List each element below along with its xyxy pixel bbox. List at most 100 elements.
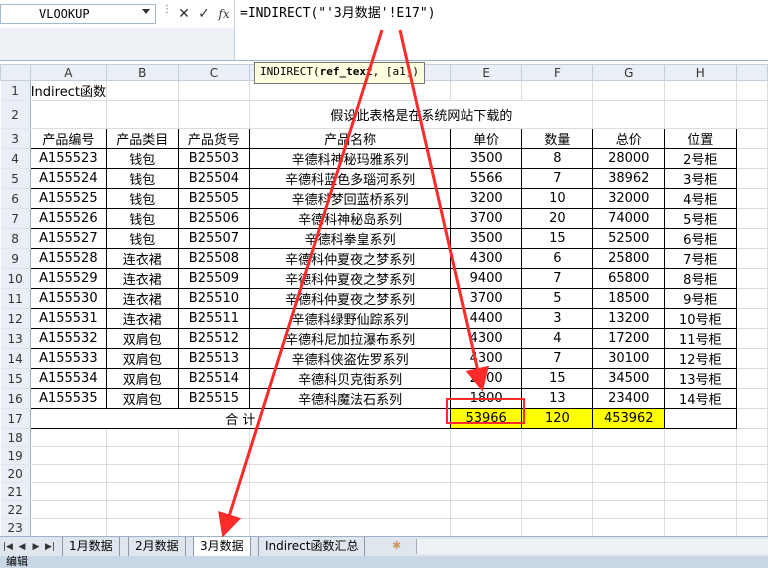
table-cell[interactable]: B25510 xyxy=(177,288,251,309)
cell[interactable] xyxy=(249,500,451,519)
cell[interactable] xyxy=(178,500,251,519)
cell[interactable] xyxy=(450,446,523,465)
tab-sheet-3[interactable]: 3月数据 xyxy=(193,537,251,557)
total-amount-cell[interactable]: 453962 xyxy=(592,408,666,429)
cell[interactable] xyxy=(30,482,107,501)
cell[interactable] xyxy=(664,482,737,501)
table-cell[interactable]: 38962 xyxy=(592,168,666,189)
table-cell[interactable]: A155534 xyxy=(29,368,107,389)
cell[interactable] xyxy=(521,80,594,101)
cell[interactable] xyxy=(178,428,251,447)
table-cell[interactable]: 4号柜 xyxy=(664,188,737,209)
cell[interactable] xyxy=(450,482,523,501)
table-cell[interactable]: 15 xyxy=(521,368,594,389)
row-header-18[interactable]: 18 xyxy=(0,428,31,447)
table-header-cell[interactable]: 数量 xyxy=(521,128,594,149)
prev-sheet-icon[interactable]: ◀ xyxy=(16,540,28,554)
table-cell[interactable]: A155524 xyxy=(29,168,107,189)
table-cell[interactable]: A155523 xyxy=(29,148,107,169)
tab-sheet-2[interactable]: 2月数据 xyxy=(128,537,186,557)
table-cell[interactable]: A155532 xyxy=(29,328,107,349)
table-cell[interactable]: A155535 xyxy=(29,388,107,409)
cell[interactable] xyxy=(736,228,768,249)
cell[interactable] xyxy=(178,482,251,501)
table-cell[interactable]: 4300 xyxy=(449,348,523,369)
table-cell[interactable]: 连衣裙 xyxy=(105,268,179,289)
table-cell[interactable]: 双肩包 xyxy=(105,328,179,349)
table-cell[interactable]: 双肩包 xyxy=(105,348,179,369)
table-cell[interactable]: 2300 xyxy=(449,368,523,389)
column-header-h[interactable]: H xyxy=(664,64,737,81)
cell[interactable] xyxy=(249,446,451,465)
table-cell[interactable]: 7号柜 xyxy=(664,248,737,269)
cell[interactable] xyxy=(592,464,666,483)
table-cell[interactable]: 辛德科仲夏夜之梦系列 xyxy=(249,288,451,309)
cell[interactable] xyxy=(592,500,666,519)
cell[interactable] xyxy=(106,80,179,101)
cell[interactable] xyxy=(664,100,737,129)
horizontal-scrollbar[interactable] xyxy=(416,539,768,554)
table-cell[interactable]: B25508 xyxy=(177,248,251,269)
table-cell[interactable]: 9号柜 xyxy=(664,288,737,309)
cell[interactable] xyxy=(249,464,451,483)
table-header-cell[interactable]: 产品货号 xyxy=(177,128,251,149)
row-header-13[interactable]: 13 xyxy=(0,328,31,349)
table-cell[interactable]: 13 xyxy=(521,388,594,409)
cell[interactable] xyxy=(736,248,768,269)
table-cell[interactable]: 6 xyxy=(521,248,594,269)
table-cell[interactable]: 辛德科贝克街系列 xyxy=(249,368,451,389)
table-cell[interactable]: 74000 xyxy=(592,208,666,229)
table-cell[interactable]: 3200 xyxy=(449,188,523,209)
table-cell[interactable]: 钱包 xyxy=(105,208,179,229)
table-cell[interactable]: 辛德科拳皇系列 xyxy=(249,228,451,249)
table-cell[interactable]: 辛德科神秘岛系列 xyxy=(249,208,451,229)
table-cell[interactable]: B25514 xyxy=(177,368,251,389)
table-cell[interactable]: 辛德科魔法石系列 xyxy=(249,388,451,409)
cell[interactable] xyxy=(178,446,251,465)
table-cell[interactable]: 20 xyxy=(521,208,594,229)
table-cell[interactable]: 1800 xyxy=(449,388,523,409)
table-header-cell[interactable]: 总价 xyxy=(592,128,666,149)
table-cell[interactable]: 6号柜 xyxy=(664,228,737,249)
table-header-cell[interactable]: 产品编号 xyxy=(29,128,107,149)
table-cell[interactable]: 5566 xyxy=(449,168,523,189)
table-cell[interactable]: 10 xyxy=(521,188,594,209)
row-header-22[interactable]: 22 xyxy=(0,500,31,519)
row-header-11[interactable]: 11 xyxy=(0,288,31,309)
row-header-1[interactable]: 1 xyxy=(0,80,31,101)
cell[interactable] xyxy=(736,428,768,447)
row-header-2[interactable]: 2 xyxy=(0,100,31,129)
cell[interactable] xyxy=(736,500,768,519)
cell[interactable] xyxy=(736,188,768,209)
table-cell[interactable]: 13号柜 xyxy=(664,368,737,389)
cell[interactable] xyxy=(592,446,666,465)
cell[interactable] xyxy=(178,464,251,483)
table-header-cell[interactable]: 产品名称 xyxy=(249,128,451,149)
column-header-g[interactable]: G xyxy=(592,64,666,81)
cell[interactable] xyxy=(664,464,737,483)
table-cell[interactable]: B25515 xyxy=(177,388,251,409)
table-cell[interactable]: 5号柜 xyxy=(664,208,737,229)
column-header-f[interactable]: F xyxy=(521,64,594,81)
cell[interactable] xyxy=(178,518,251,536)
cell[interactable] xyxy=(30,500,107,519)
cell[interactable] xyxy=(664,518,737,536)
table-cell[interactable]: 25800 xyxy=(592,248,666,269)
cell[interactable] xyxy=(106,500,179,519)
table-cell[interactable]: 3700 xyxy=(449,208,523,229)
table-cell[interactable]: B25513 xyxy=(177,348,251,369)
chevron-down-icon[interactable] xyxy=(142,9,150,14)
row-header-7[interactable]: 7 xyxy=(0,208,31,229)
cell[interactable] xyxy=(521,500,594,519)
row-header-17[interactable]: 17 xyxy=(0,408,31,429)
cancel-icon[interactable]: ✕ xyxy=(175,5,193,23)
row-header-5[interactable]: 5 xyxy=(0,168,31,189)
table-cell[interactable]: 辛德科侠盗佐罗系列 xyxy=(249,348,451,369)
cell[interactable] xyxy=(664,500,737,519)
row-header-6[interactable]: 6 xyxy=(0,188,31,209)
table-cell[interactable]: 7 xyxy=(521,348,594,369)
cell[interactable] xyxy=(106,428,179,447)
table-cell[interactable]: 辛德科仲夏夜之梦系列 xyxy=(249,248,451,269)
table-cell[interactable]: 3号柜 xyxy=(664,168,737,189)
cell-note[interactable]: 假设此表格是在系统网站下载的 xyxy=(249,100,594,129)
